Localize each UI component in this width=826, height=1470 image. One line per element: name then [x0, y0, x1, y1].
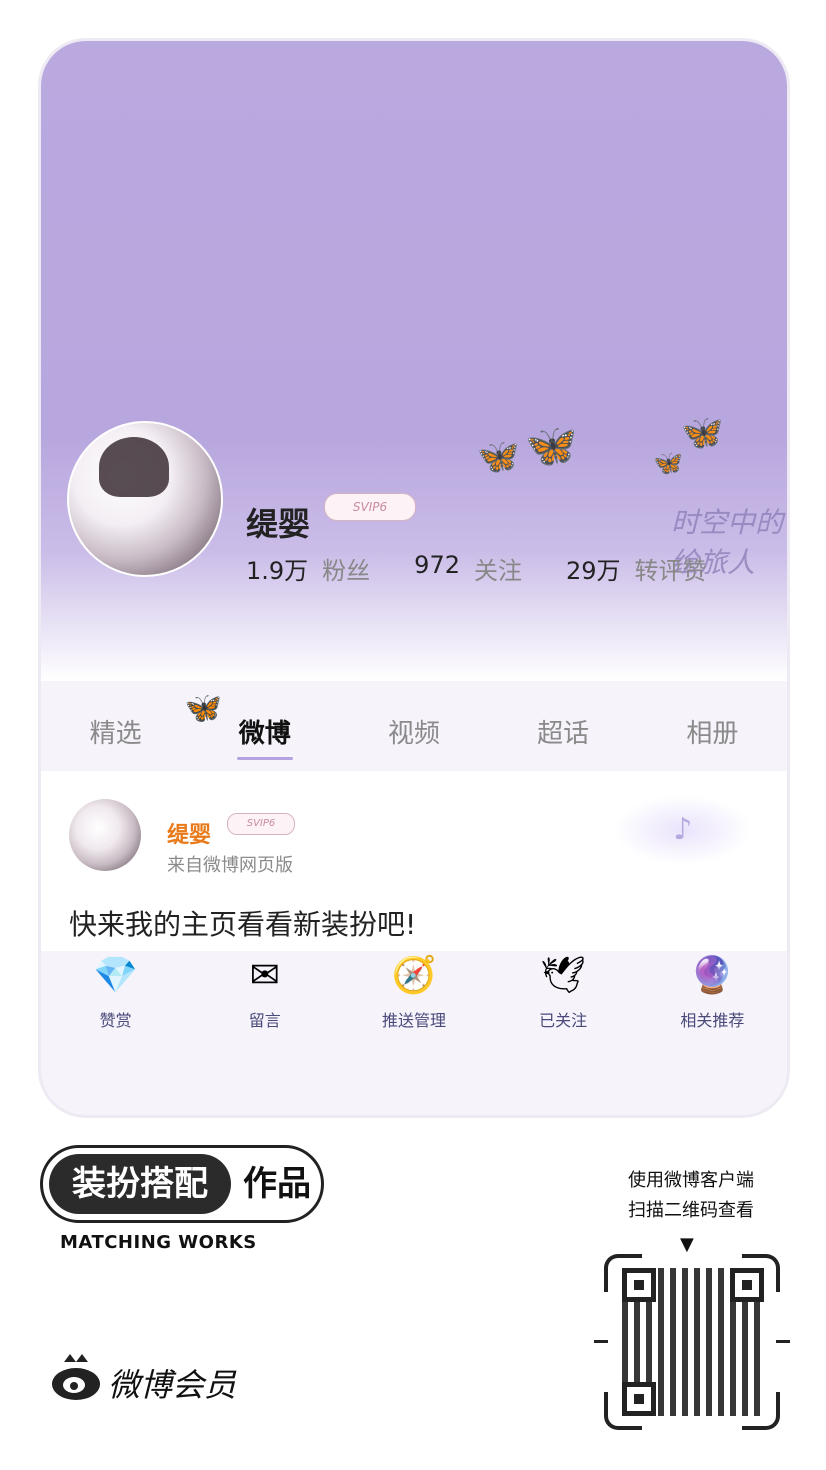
orb-wand-icon: 🔮: [689, 955, 735, 996]
action-push-settings[interactable]: 🧭 推送管理: [354, 951, 474, 1051]
weibo-logo-icon: [52, 1354, 100, 1400]
action-tip[interactable]: 💎 赞赏: [56, 951, 176, 1051]
action-bar: 💎 赞赏 ✉ 留言 🧭 推送管理 🕊 已关注 🔮 相关推荐: [41, 951, 787, 1051]
tab-video[interactable]: 视频: [382, 713, 446, 750]
post-source: 来自微博网页版: [167, 855, 293, 876]
action-followed[interactable]: 🕊 已关注: [503, 951, 623, 1051]
winged-lyre-icon: ♪: [613, 795, 753, 865]
butterfly-icon: 🦋: [653, 449, 683, 477]
matching-works-badge: 装扮搭配 作品: [40, 1145, 324, 1223]
svip-badge[interactable]: SVIP6: [324, 493, 416, 521]
post-card: 缇婴 SVIP6 来自微博网页版 ♪ 快来我的主页看看新装扮吧!: [41, 771, 787, 951]
stat-likes[interactable]: 29万 转评赞: [566, 551, 707, 586]
envelope-icon: ✉: [249, 954, 280, 996]
tab-featured[interactable]: 精选: [84, 713, 148, 750]
post-avatar[interactable]: [69, 799, 141, 871]
action-recommend[interactable]: 🔮 相关推荐: [652, 951, 772, 1051]
butterfly-icon: 🦋: [525, 421, 578, 470]
butterfly-icon: 🦋: [184, 690, 223, 726]
qr-code: [594, 1254, 790, 1430]
badge-subtitle: MATCHING WORKS: [60, 1232, 257, 1253]
butterfly-icon: 🦋: [477, 437, 520, 477]
tab-weibo[interactable]: 🦋 微博: [185, 691, 297, 760]
badge-dark-text: 装扮搭配: [49, 1154, 231, 1214]
stat-fans[interactable]: 1.9万 粉丝: [246, 551, 370, 586]
post-text[interactable]: 快来我的主页看看新装扮吧!: [69, 903, 416, 943]
profile-tabs: 精选 🦋 微博 视频 超话 相册: [41, 691, 787, 761]
weibo-vip-brand: 微博会员: [108, 1366, 237, 1404]
diamond-icon: 💎: [93, 955, 138, 996]
post-author-name[interactable]: 缇婴: [167, 817, 211, 849]
stat-following[interactable]: 972 关注: [414, 551, 522, 586]
tab-supertopic[interactable]: 超话: [531, 713, 595, 750]
profile-stats: 1.9万 粉丝 972 关注 29万 转评赞: [246, 551, 751, 586]
profile-username[interactable]: 缇婴: [246, 499, 310, 545]
paper-crane-icon: 🕊: [540, 955, 586, 996]
action-message[interactable]: ✉ 留言: [205, 951, 325, 1051]
tab-album[interactable]: 相册: [680, 713, 744, 750]
compass-icon: 🧭: [391, 955, 437, 996]
svip-badge[interactable]: SVIP6: [227, 813, 295, 835]
badge-light-text: 作品: [243, 1164, 311, 1204]
profile-card: 🦋 🦋 🦋 🦋 时空中的绘旅人 缇婴 SVIP6 1.9万 粉丝 972 关注 …: [38, 38, 790, 1118]
butterfly-icon: 🦋: [681, 413, 724, 453]
down-arrow-icon: ▼: [680, 1234, 694, 1255]
qr-hint: 使用微博客户端 扫描二维码查看: [628, 1170, 754, 1221]
profile-avatar[interactable]: [67, 421, 223, 577]
